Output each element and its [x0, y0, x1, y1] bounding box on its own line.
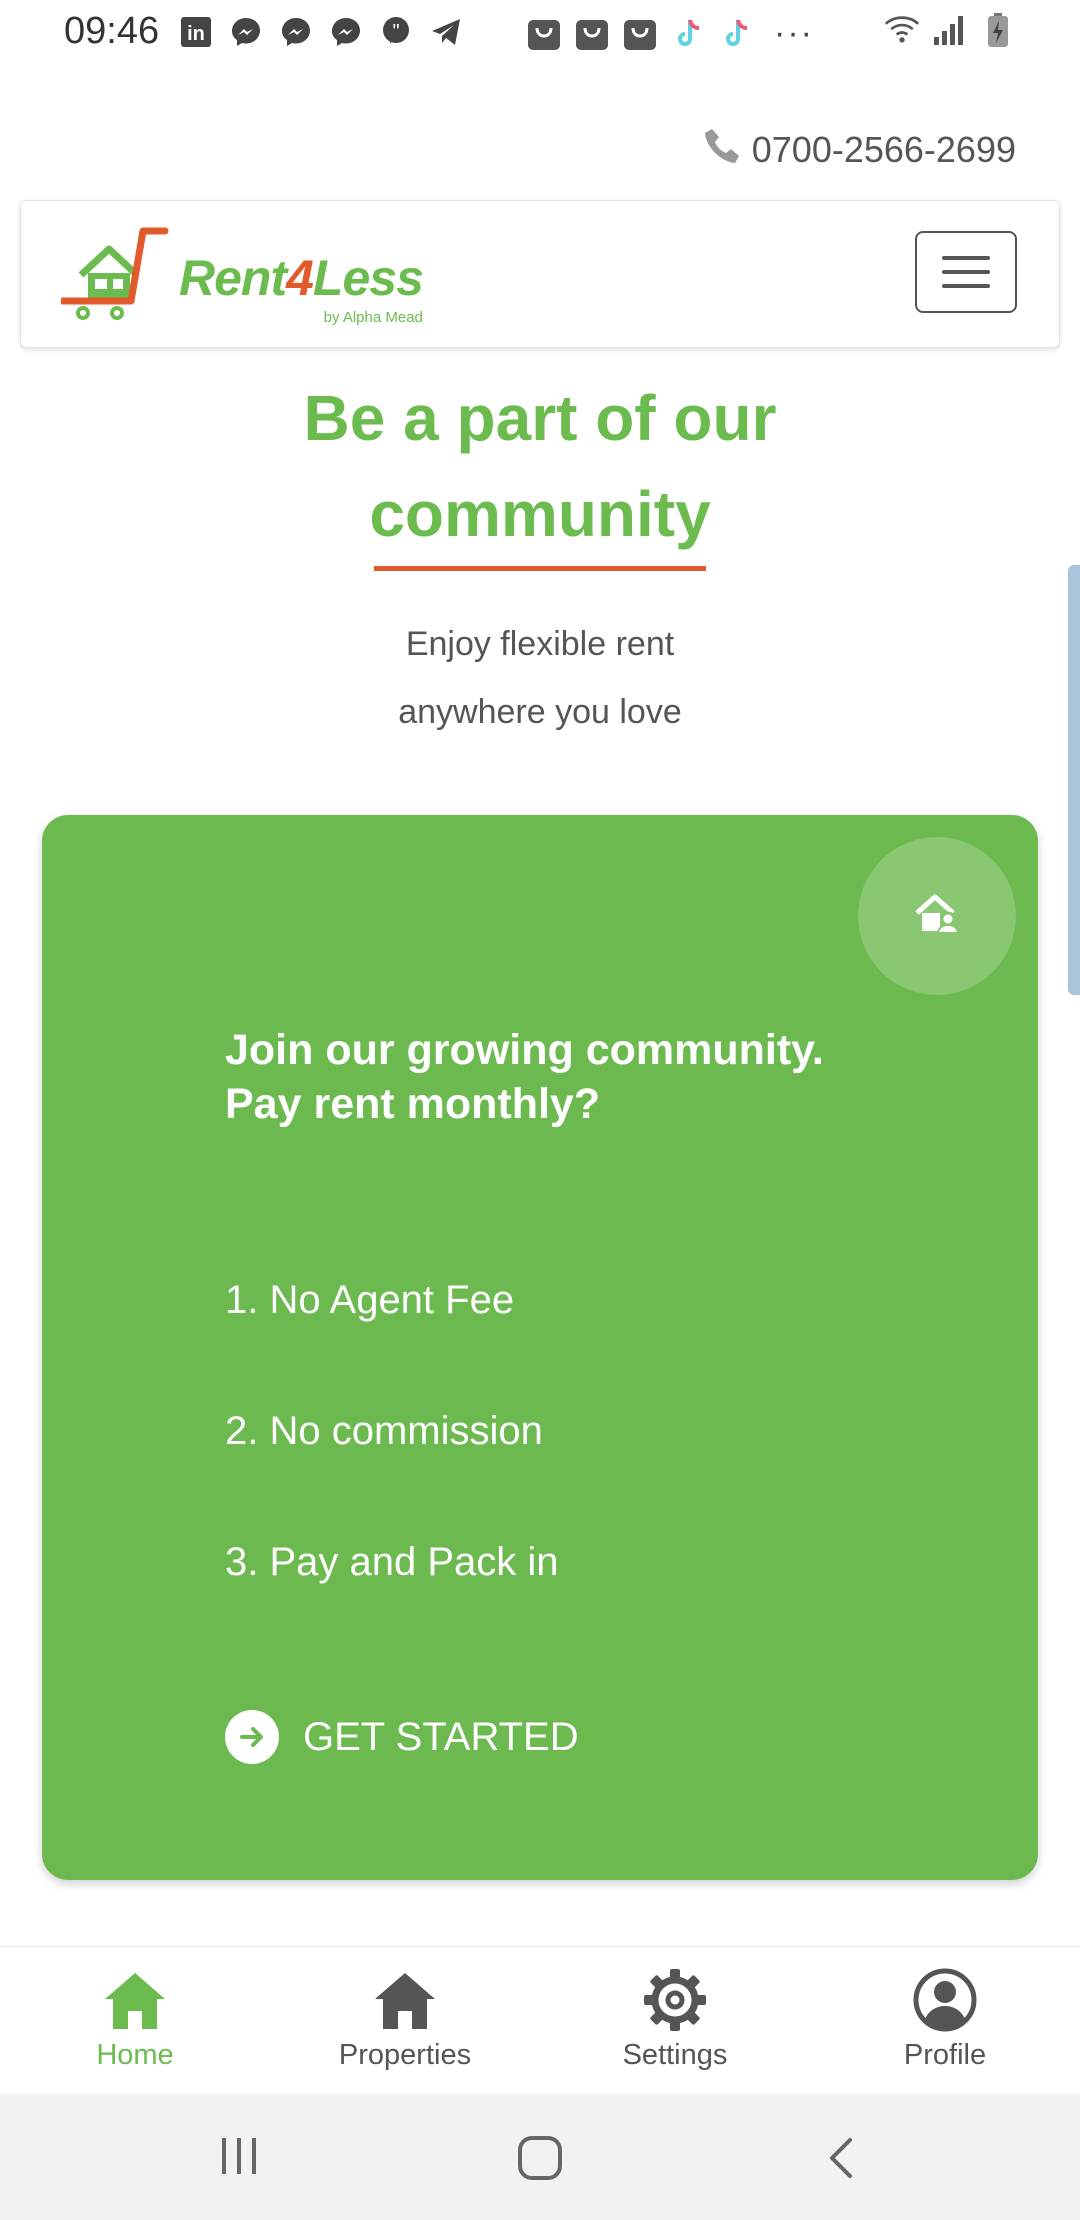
hamburger-icon [942, 256, 990, 260]
hero-title-line2: community [369, 478, 711, 550]
home-icon [0, 1967, 270, 2033]
phone-icon [702, 126, 744, 173]
logo-subtext: by Alpha Mead [323, 309, 423, 326]
scroll-indicator[interactable] [1068, 565, 1080, 995]
arrow-right-circle-icon [225, 1710, 279, 1764]
bag-icon [622, 16, 658, 52]
battery-charging-icon [980, 12, 1016, 48]
nav-item-profile[interactable]: Profile [810, 1967, 1080, 2072]
status-bar: 09:46 in " ··· [0, 0, 1080, 66]
hero-subtitle: Enjoy flexible rent anywhere you love [0, 610, 1080, 746]
more-notifications-icon: ··· [774, 14, 814, 52]
contact-phone[interactable]: 0700-2566-2699 [702, 126, 1016, 173]
gear-icon [540, 1967, 810, 2033]
home-button[interactable] [516, 2134, 564, 2187]
bag-icon [526, 16, 562, 52]
hamburger-menu-button[interactable] [915, 231, 1017, 313]
list-item: 3. Pay and Pack in [225, 1540, 559, 1584]
notification-icons: in " [178, 14, 464, 50]
get-started-label: GET STARTED [303, 1714, 579, 1759]
benefits-list: 1. No Agent Fee 2. No commission 3. Pay … [225, 1270, 559, 1663]
tiktok-icon [670, 16, 706, 52]
hero-title: Be a part of our community [0, 370, 1080, 562]
card-heading: Join our growing community. Pay rent mon… [225, 1026, 824, 1128]
community-card: Join our growing community. Pay rent mon… [42, 815, 1038, 1880]
phone-number[interactable]: 0700-2566-2699 [752, 129, 1016, 171]
home-icon [270, 1967, 540, 2033]
signal-icon [932, 12, 968, 48]
bag-icon [574, 16, 610, 52]
status-time: 09:46 [64, 10, 160, 52]
hero-subtitle-line2: anywhere you love [398, 693, 682, 731]
title-underline [374, 566, 706, 571]
system-status-icons [884, 12, 1016, 48]
messenger-icon [278, 14, 314, 50]
telegram-icon [428, 14, 464, 50]
card-badge [858, 837, 1016, 995]
recent-apps-button[interactable] [214, 2134, 264, 2183]
wifi-icon [884, 12, 920, 48]
logo-wordmark: Rent4Less by Alpha Mead [179, 249, 424, 326]
nav-item-home[interactable]: Home [0, 1967, 270, 2072]
user-circle-icon [810, 1967, 1080, 2033]
back-button[interactable] [820, 2134, 864, 2187]
recent-apps-icon [214, 2134, 264, 2183]
home-user-icon [914, 893, 960, 940]
linkedin-icon: in [178, 14, 214, 50]
hero-subtitle-line1: Enjoy flexible rent [405, 625, 675, 663]
svg-text:in: in [187, 23, 205, 45]
back-chevron-icon [820, 2134, 864, 2187]
nav-item-properties[interactable]: Properties [270, 1967, 540, 2072]
tiktok-icon [718, 16, 754, 52]
quote-icon: " [378, 14, 414, 50]
messenger-icon [228, 14, 264, 50]
logo[interactable]: Rent4Less by Alpha Mead [59, 223, 424, 328]
logo-text: Rent4Less [179, 250, 424, 306]
svg-text:": " [392, 21, 399, 43]
get-started-button[interactable]: GET STARTED [225, 1710, 579, 1764]
notification-icons-2: ··· [526, 14, 814, 53]
list-item: 1. No Agent Fee [225, 1278, 515, 1322]
nav-item-settings[interactable]: Settings [540, 1967, 810, 2072]
bottom-navigation: Home Properties Settings Profile [0, 1946, 1080, 2095]
site-header: Rent4Less by Alpha Mead [20, 200, 1060, 348]
messenger-icon [328, 14, 364, 50]
hero-title-line1: Be a part of our [303, 382, 777, 454]
list-item: 2. No commission [225, 1409, 543, 1453]
home-square-icon [516, 2134, 564, 2187]
cart-house-logo-icon [59, 223, 171, 328]
system-navigation-bar [0, 2094, 1080, 2220]
